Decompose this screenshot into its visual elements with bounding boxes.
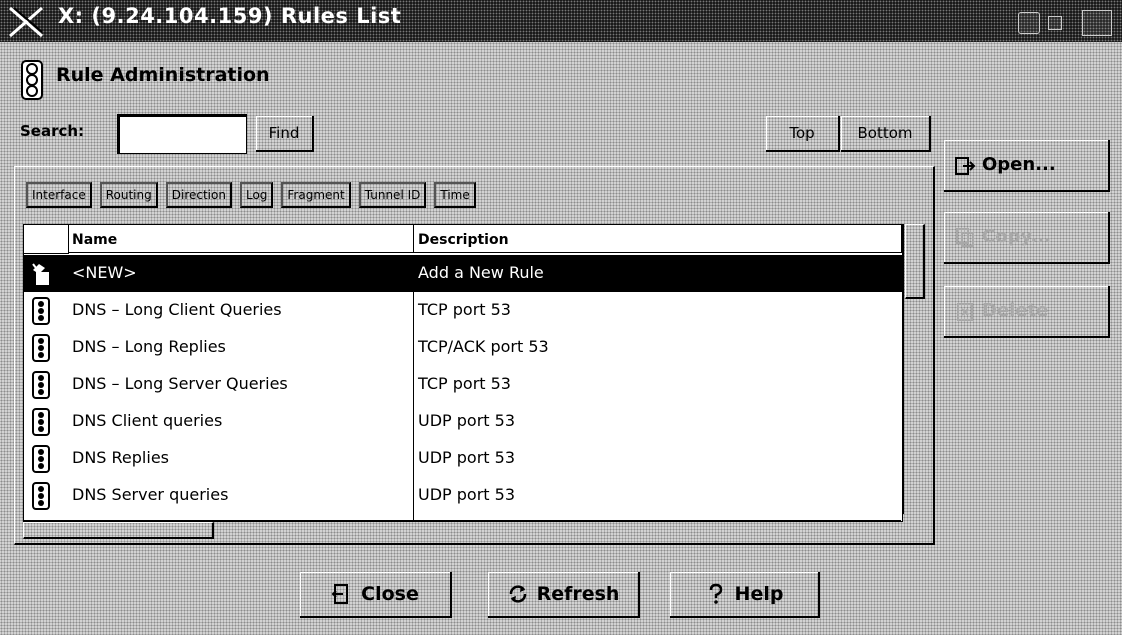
rule-name: <NEW> (72, 263, 137, 282)
bottom-button[interactable]: Bottom (841, 116, 931, 152)
column-divider (413, 255, 414, 521)
delete-icon (957, 303, 973, 321)
delete-button[interactable]: Delete (944, 286, 1110, 338)
traffic-light-icon (32, 371, 50, 399)
traffic-light-icon (21, 60, 43, 100)
vertical-scroll-thumb[interactable] (905, 224, 925, 299)
traffic-light-icon (32, 482, 50, 510)
maximize-button[interactable] (1082, 10, 1112, 36)
traffic-light-icon (32, 297, 50, 325)
rule-description: TCP port 53 (418, 300, 511, 319)
tab-interface[interactable]: Interface (26, 182, 92, 208)
rule-description: TCP/ACK port 53 (418, 337, 549, 356)
rule-name: DNS Replies (72, 448, 169, 467)
table-row[interactable]: DNS Server queries UDP port 53 (24, 477, 902, 514)
tab-fragment[interactable]: Fragment (281, 182, 351, 208)
rule-description: UDP port 53 (418, 411, 516, 430)
open-icon (955, 157, 976, 175)
window-title: X: (9.24.104.159) Rules List (58, 4, 402, 28)
open-button[interactable]: Open... (944, 140, 1110, 192)
traffic-light-icon (32, 408, 50, 436)
table-header: Name Description (24, 225, 902, 255)
table-row[interactable]: <NEW> Add a New Rule (24, 255, 902, 292)
help-icon (709, 583, 722, 605)
rule-name: DNS – Long Client Queries (72, 300, 282, 319)
minimize-button[interactable] (1048, 16, 1062, 30)
rule-description: UDP port 53 (418, 448, 516, 467)
page-title: Rule Administration (56, 64, 270, 86)
close-button[interactable]: Close (300, 572, 452, 618)
tab-log[interactable]: Log (239, 182, 274, 208)
rule-description: Add a New Rule (418, 263, 544, 282)
traffic-light-icon (32, 445, 50, 473)
rules-table: Name Description <NEW> Add a New Rule DN… (23, 224, 903, 522)
rule-name: DNS – Long Server Queries (72, 374, 288, 393)
delete-label: Delete (982, 300, 1049, 321)
horizontal-scrollbar[interactable] (23, 520, 901, 539)
tab-tunnel-id[interactable]: Tunnel ID (358, 182, 427, 208)
column-tabs: Interface Routing Direction Log Fragment… (26, 182, 476, 208)
search-input[interactable] (117, 114, 247, 154)
description-column-header[interactable]: Description (414, 225, 902, 253)
help-label: Help (734, 582, 784, 605)
refresh-icon (509, 585, 526, 603)
new-rule-icon (32, 263, 49, 285)
table-row[interactable]: DNS – Long Replies TCP/ACK port 53 (24, 329, 902, 366)
rule-name: DNS Client queries (72, 411, 223, 430)
top-button[interactable]: Top (766, 116, 840, 152)
close-icon (331, 584, 349, 605)
open-label: Open... (982, 154, 1056, 175)
table-row[interactable]: DNS – Long Client Queries TCP port 53 (24, 292, 902, 329)
x-window-icon[interactable] (8, 6, 44, 38)
title-bar[interactable]: X: (9.24.104.159) Rules List (0, 0, 1122, 42)
table-row[interactable]: DNS – Long Server Queries TCP port 53 (24, 366, 902, 403)
table-row[interactable]: DNS Replies UDP port 53 (24, 440, 902, 477)
tab-time[interactable]: Time (434, 182, 476, 208)
traffic-light-icon (32, 334, 50, 362)
refresh-label: Refresh (536, 582, 620, 605)
copy-button[interactable]: Copy... (944, 212, 1110, 264)
name-column-header[interactable]: Name (68, 225, 414, 253)
rules-list-window: X: (9.24.104.159) Rules List Rule Admini… (0, 0, 1122, 635)
table-row[interactable]: DNS Client queries UDP port 53 (24, 403, 902, 440)
refresh-button[interactable]: Refresh (488, 572, 640, 618)
vertical-scrollbar[interactable] (903, 224, 925, 514)
tab-routing[interactable]: Routing (99, 182, 158, 208)
copy-icon (956, 228, 974, 247)
rule-name: DNS Server queries (72, 485, 229, 504)
copy-label: Copy... (982, 226, 1052, 247)
tab-direction[interactable]: Direction (165, 182, 232, 208)
rule-name: DNS – Long Replies (72, 337, 226, 356)
rule-description: UDP port 53 (418, 485, 516, 504)
close-label: Close (361, 582, 419, 605)
horizontal-scroll-thumb[interactable] (23, 522, 214, 539)
menu-button[interactable] (1018, 12, 1040, 34)
rule-description: TCP port 53 (418, 374, 511, 393)
search-label: Search: (20, 122, 85, 140)
icon-column-header[interactable] (24, 225, 69, 254)
find-button[interactable]: Find (256, 116, 314, 152)
help-button[interactable]: Help (670, 572, 820, 618)
